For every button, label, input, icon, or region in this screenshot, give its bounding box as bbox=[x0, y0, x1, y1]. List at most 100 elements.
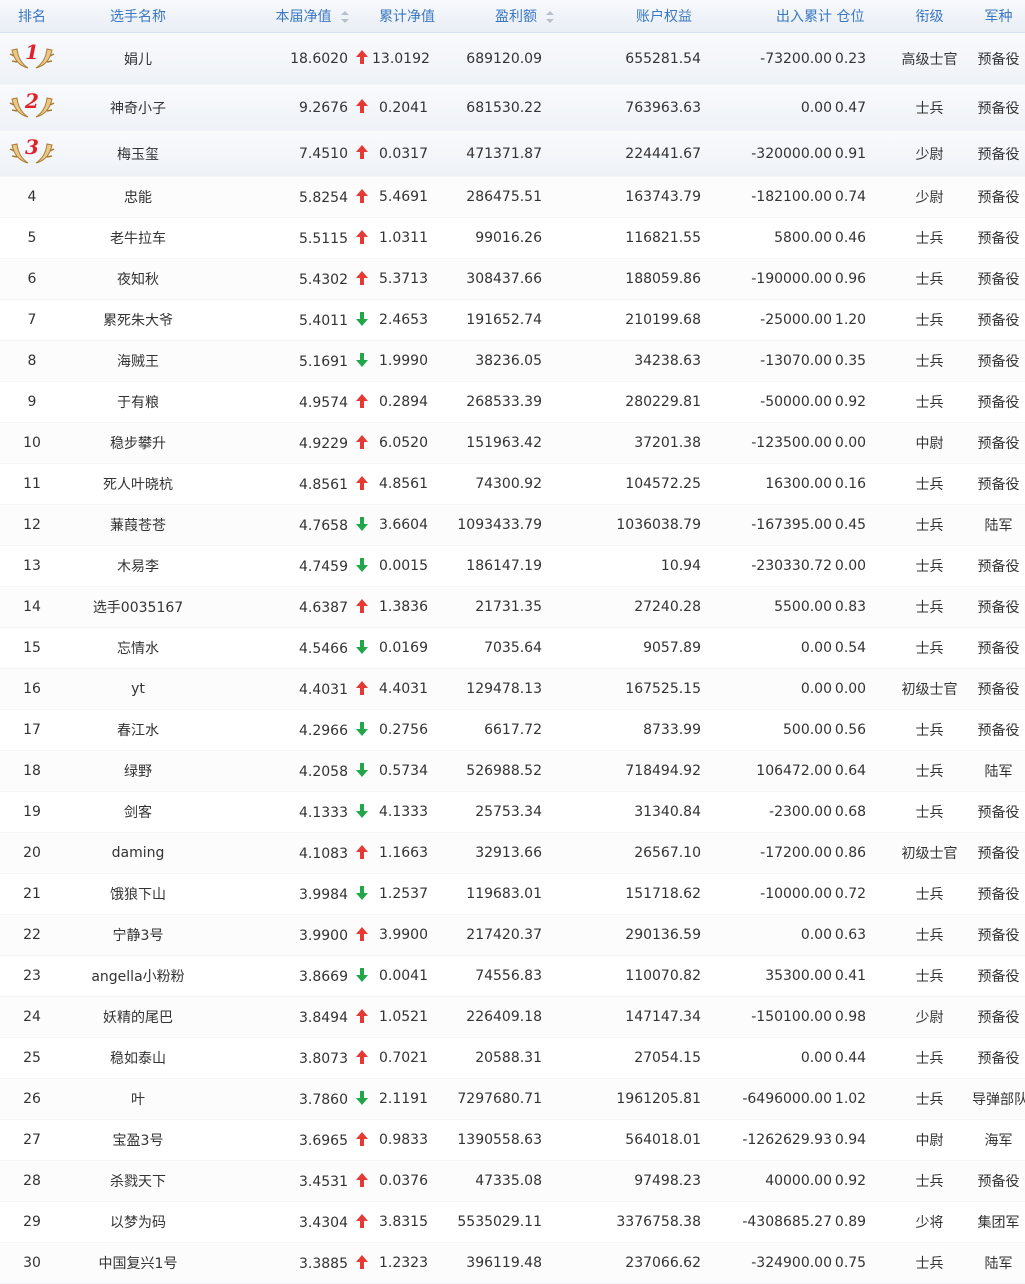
player-name[interactable]: 以梦为码 bbox=[64, 1212, 212, 1232]
player-name[interactable]: 死人叶晓杭 bbox=[64, 474, 212, 494]
grade: 士兵 bbox=[915, 887, 944, 903]
rank-cell: 19 bbox=[23, 804, 41, 820]
player-name[interactable]: 剑客 bbox=[64, 802, 212, 822]
branch: 预备役 bbox=[977, 272, 1020, 288]
player-name[interactable]: 忘情水 bbox=[64, 638, 212, 658]
player-name[interactable]: 累死朱大爷 bbox=[64, 310, 212, 330]
position: 0.98 bbox=[834, 1009, 867, 1025]
current-nav: 5.4302 bbox=[212, 270, 372, 288]
player-name[interactable]: daming bbox=[64, 845, 212, 861]
cumulative-nav: 0.0041 bbox=[379, 968, 428, 984]
player-name[interactable]: 选手0035167 bbox=[64, 597, 212, 617]
cash-flow: 0.00 bbox=[800, 681, 832, 697]
player-name[interactable]: 蒹葭苍苍 bbox=[64, 515, 212, 535]
profit: 286475.51 bbox=[466, 189, 542, 205]
position: 0.83 bbox=[834, 599, 867, 615]
current-nav: 4.2966 bbox=[212, 721, 372, 739]
player-name[interactable]: 叶 bbox=[64, 1089, 212, 1109]
cumulative-nav: 0.2041 bbox=[379, 99, 428, 116]
table-row: 15 忘情水 4.5466 0.0169 7035.64 9057.89 0.00 0.54 士… bbox=[0, 628, 1025, 669]
player-name[interactable]: 老牛拉车 bbox=[64, 228, 212, 248]
player-name[interactable]: 宁静3号 bbox=[64, 925, 212, 945]
player-name[interactable]: 饿狼下山 bbox=[64, 884, 212, 904]
player-name[interactable]: 春江水 bbox=[64, 720, 212, 740]
current-nav: 5.8254 bbox=[212, 188, 372, 206]
header-current-nav[interactable]: 本届净值 bbox=[212, 6, 372, 26]
header-cumulative-nav: 累计净值 bbox=[379, 9, 435, 25]
current-nav: 5.4011 bbox=[212, 311, 372, 329]
branch: 导弹部队 bbox=[972, 1092, 1025, 1108]
branch: 预备役 bbox=[977, 928, 1020, 944]
cumulative-nav: 3.9900 bbox=[379, 927, 428, 943]
rank-cell: 4 bbox=[27, 189, 37, 205]
current-nav-value: 4.8561 bbox=[299, 476, 348, 493]
current-nav-value: 3.8494 bbox=[299, 1009, 348, 1026]
profit: 151963.42 bbox=[466, 435, 542, 451]
cumulative-nav: 0.7021 bbox=[379, 1050, 428, 1066]
grade: 士兵 bbox=[915, 723, 944, 739]
position: 0.96 bbox=[834, 271, 867, 287]
current-nav-value: 4.7658 bbox=[299, 517, 348, 534]
table-row: 14 选手0035167 4.6387 1.3836 21731.35 27240.28 5… bbox=[0, 587, 1025, 628]
rank-cell: 12 bbox=[23, 517, 41, 533]
current-nav-value: 4.7459 bbox=[299, 558, 348, 575]
header-equity: 账户权益 bbox=[636, 9, 692, 25]
current-nav-value: 3.4304 bbox=[299, 1214, 348, 1231]
up-arrow-icon bbox=[356, 1213, 368, 1228]
player-name[interactable]: 宝盈3号 bbox=[64, 1130, 212, 1150]
up-arrow-icon bbox=[356, 926, 368, 941]
current-nav: 4.6387 bbox=[212, 598, 372, 616]
profit: 25753.34 bbox=[475, 804, 542, 820]
down-arrow-icon bbox=[356, 762, 368, 777]
table-row: 6 夜知秋 5.4302 5.3713 308437.66 188059.86 -19000… bbox=[0, 259, 1025, 300]
player-name[interactable]: 海贼王 bbox=[64, 351, 212, 371]
up-arrow-icon bbox=[356, 598, 368, 613]
profit: 1390558.63 bbox=[457, 1132, 542, 1148]
player-name[interactable]: 夜知秋 bbox=[64, 269, 212, 289]
branch: 陆军 bbox=[984, 1256, 1013, 1272]
sort-icon[interactable] bbox=[340, 11, 349, 23]
position: 0.23 bbox=[834, 50, 867, 67]
profit: 47335.08 bbox=[475, 1173, 542, 1189]
header-profit[interactable]: 盈利额 bbox=[442, 6, 567, 26]
table-row: 13 木易李 4.7459 0.0015 186147.19 10.94 -230330.7… bbox=[0, 546, 1025, 587]
cumulative-nav: 0.0317 bbox=[379, 145, 428, 162]
player-name[interactable]: 神奇小子 bbox=[64, 98, 212, 118]
rank-cell: 24 bbox=[23, 1009, 41, 1025]
cumulative-nav: 2.4653 bbox=[379, 312, 428, 328]
player-name[interactable]: 稳如泰山 bbox=[64, 1048, 212, 1068]
player-name[interactable]: 绿野 bbox=[64, 761, 212, 781]
rank-cell: 23 bbox=[23, 968, 41, 984]
cumulative-nav: 3.6604 bbox=[379, 517, 428, 533]
player-name[interactable]: 于有粮 bbox=[64, 392, 212, 412]
player-name[interactable]: yt bbox=[64, 681, 212, 697]
grade: 初级士官 bbox=[901, 682, 958, 698]
sort-icon[interactable] bbox=[546, 11, 554, 23]
player-name[interactable]: 忠能 bbox=[64, 187, 212, 207]
player-name[interactable]: 杀戮天下 bbox=[64, 1171, 212, 1191]
profit: 471371.87 bbox=[466, 145, 542, 162]
table-row: 3 梅玉玺 7.4510 0.0317 471371.87 224441.67 -32000… bbox=[0, 131, 1025, 177]
position: 0.91 bbox=[834, 145, 867, 162]
player-name[interactable]: 梅玉玺 bbox=[64, 144, 212, 164]
player-name[interactable]: 娟儿 bbox=[64, 49, 212, 69]
player-name[interactable]: 木易李 bbox=[64, 556, 212, 576]
rank-cell: 25 bbox=[23, 1050, 41, 1066]
down-arrow-icon bbox=[356, 803, 368, 818]
player-name[interactable]: 中国复兴1号 bbox=[64, 1253, 212, 1273]
player-name[interactable]: angella小粉粉 bbox=[64, 966, 212, 986]
grade: 少尉 bbox=[915, 190, 944, 206]
cumulative-nav: 1.3836 bbox=[379, 599, 428, 615]
medal-number: 3 bbox=[25, 136, 39, 159]
equity: 97498.23 bbox=[634, 1173, 701, 1189]
player-name[interactable]: 稳步攀升 bbox=[64, 433, 212, 453]
equity: 110070.82 bbox=[625, 968, 701, 984]
player-name[interactable]: 妖精的尾巴 bbox=[64, 1007, 212, 1027]
current-nav: 3.7860 bbox=[212, 1090, 372, 1108]
current-nav: 4.7459 bbox=[212, 557, 372, 575]
table-row: 4 忠能 5.8254 5.4691 286475.51 163743.79 -182100… bbox=[0, 177, 1025, 218]
current-nav-value: 4.5466 bbox=[299, 640, 348, 657]
position: 0.54 bbox=[834, 640, 867, 656]
equity: 564018.01 bbox=[625, 1132, 701, 1148]
current-nav: 4.7658 bbox=[212, 516, 372, 534]
